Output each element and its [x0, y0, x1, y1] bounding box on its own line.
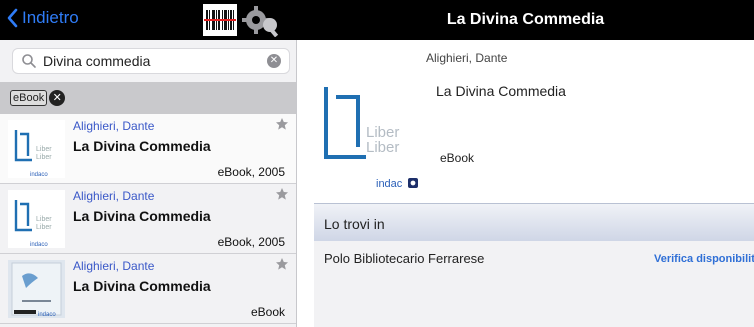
svg-text:indaco: indaco — [38, 312, 56, 318]
gear-icon[interactable] — [241, 3, 281, 38]
verify-availability-link[interactable]: Verifica disponibilità — [654, 253, 754, 265]
result-title: La Divina Commedia — [73, 208, 211, 224]
clear-icon[interactable]: ✕ — [267, 54, 281, 68]
filter-chip[interactable]: eBook ✕ — [10, 88, 66, 108]
svg-text:Liber: Liber — [36, 216, 52, 223]
search-value: Divina commedia — [43, 53, 151, 69]
svg-text:indaco: indaco — [30, 242, 48, 248]
book-cover-thumbnail: indaco — [8, 260, 65, 318]
results-list: Liber Liber indaco Alighieri, Dante La D… — [0, 114, 296, 324]
detail-title: La Divina Commedia — [446, 11, 605, 28]
availability-list: Polo Bibliotecario Ferrarese Verifica di… — [314, 241, 754, 327]
svg-text:Liber: Liber — [36, 146, 52, 153]
close-icon[interactable]: ✕ — [49, 90, 66, 106]
list-item[interactable]: Liber Liber indaco Alighieri, Dante La D… — [0, 114, 296, 184]
results-panel: Divina commedia ✕ eBook ✕ Liber Liber in… — [0, 40, 297, 327]
search-bar-container: Divina commedia ✕ — [0, 40, 296, 82]
liber-liber-thumbnail: Liber Liber indaco — [8, 190, 65, 248]
chevron-left-icon — [7, 8, 18, 28]
result-title: La Divina Commedia — [73, 278, 211, 294]
app-window: Indietro La Divina Commedia Divina comme… — [0, 0, 754, 327]
library-name: Polo Bibliotecario Ferrarese — [324, 251, 485, 266]
list-item[interactable]: Liber Liber indaco Alighieri, Dante La D… — [0, 184, 296, 254]
detail-panel: Alighieri, Dante La Divina Commedia Libe… — [298, 40, 754, 327]
svg-text:Liber: Liber — [36, 154, 52, 161]
result-author[interactable]: Alighieri, Dante — [73, 119, 154, 133]
svg-text:Liber: Liber — [366, 139, 399, 156]
result-meta: eBook, 2005 — [217, 235, 285, 249]
detail-book-title: La Divina Commedia — [436, 83, 566, 99]
back-label: Indietro — [22, 8, 79, 27]
availability-header: Lo trovi in — [314, 203, 754, 241]
result-meta: eBook, 2005 — [217, 165, 285, 179]
list-item[interactable]: indaco Alighieri, Dante La Divina Commed… — [0, 254, 296, 324]
result-author[interactable]: Alighieri, Dante — [73, 189, 154, 203]
star-icon[interactable] — [275, 257, 289, 271]
filter-bar: eBook ✕ — [0, 82, 296, 114]
barcode-icon[interactable] — [203, 4, 237, 36]
detail-format: eBook — [440, 151, 475, 165]
svg-text:indac: indac — [376, 178, 403, 190]
svg-text:Liber: Liber — [36, 224, 52, 231]
liber-liber-logo: Liber Liber — [318, 75, 418, 165]
result-author[interactable]: Alighieri, Dante — [73, 259, 154, 273]
availability-header-label: Lo trovi in — [324, 216, 385, 232]
back-button[interactable]: Indietro — [6, 8, 79, 28]
result-meta: eBook — [250, 305, 285, 319]
star-icon[interactable] — [275, 117, 289, 131]
detail-author[interactable]: Alighieri, Dante — [426, 51, 507, 65]
liber-liber-thumbnail: Liber Liber indaco — [8, 120, 65, 178]
filter-chip-label: eBook — [10, 90, 48, 106]
svg-text:indaco: indaco — [30, 172, 48, 178]
indaco-logo: indac — [376, 175, 426, 190]
result-title: La Divina Commedia — [73, 138, 211, 154]
star-icon[interactable] — [275, 187, 289, 201]
search-icon — [22, 54, 36, 68]
search-input[interactable]: Divina commedia ✕ — [12, 48, 290, 74]
